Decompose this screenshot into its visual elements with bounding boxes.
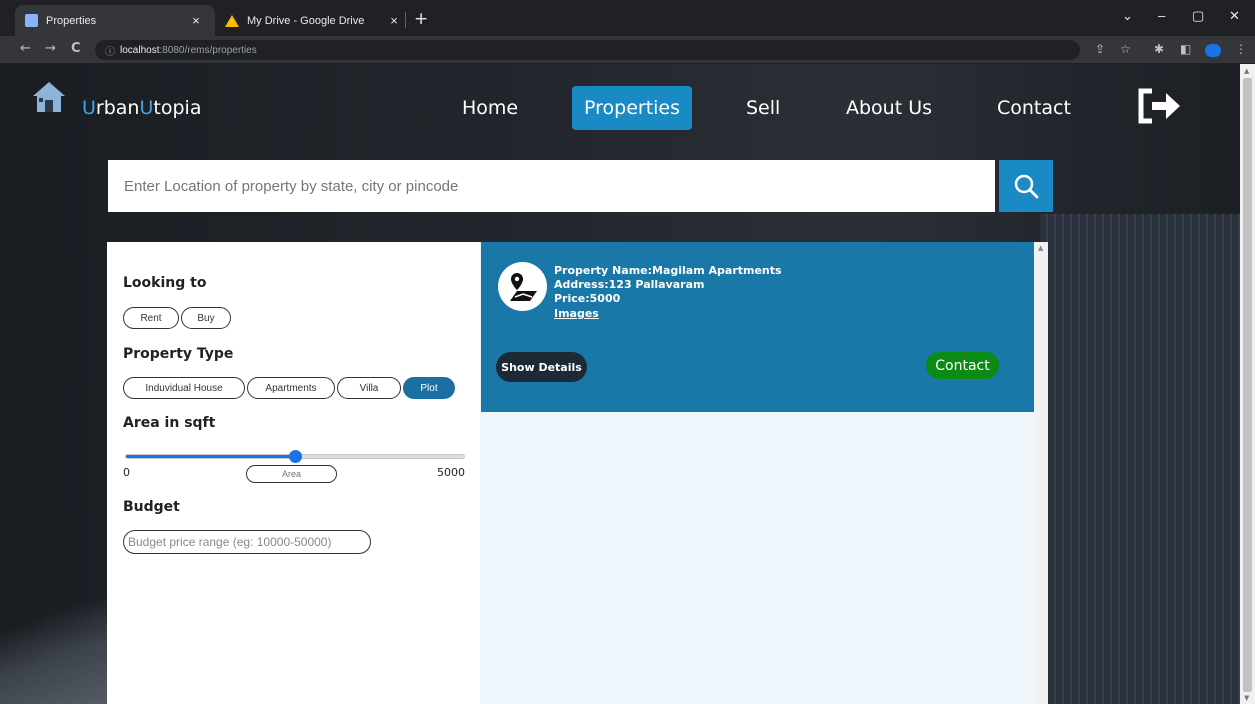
brand-text-2: topia bbox=[153, 97, 202, 119]
nav-home[interactable]: Home bbox=[450, 86, 530, 130]
address-bar[interactable]: ⓘ localhost :8080/rems/properties bbox=[95, 40, 1080, 60]
area-heading: Area in sqft bbox=[123, 415, 216, 431]
nav-contact[interactable]: Contact bbox=[985, 86, 1083, 130]
nav-about-us[interactable]: About Us bbox=[834, 86, 944, 130]
location-map-icon bbox=[509, 272, 537, 301]
page-scroll-up-icon[interactable]: ▲ bbox=[1244, 67, 1249, 75]
reload-icon[interactable]: C bbox=[71, 41, 81, 56]
back-icon[interactable]: ← bbox=[20, 41, 31, 56]
tab-close-icon[interactable]: × bbox=[187, 13, 205, 28]
search-icon bbox=[1014, 174, 1039, 199]
show-details-button[interactable]: Show Details bbox=[496, 352, 587, 382]
browser-tab-drive[interactable]: My Drive - Google Drive × bbox=[217, 5, 413, 36]
url-path: :8080/rems/properties bbox=[159, 44, 257, 56]
new-tab-icon[interactable]: + bbox=[414, 9, 428, 29]
maximize-icon[interactable]: ▢ bbox=[1192, 8, 1204, 24]
tab-close-icon[interactable]: × bbox=[385, 13, 403, 28]
house-logo-icon[interactable] bbox=[32, 80, 66, 114]
google-drive-favicon-icon bbox=[225, 14, 239, 27]
area-slider-thumb[interactable] bbox=[289, 450, 302, 463]
extensions-icon[interactable]: ✱ bbox=[1154, 42, 1164, 56]
property-price: Price:5000 bbox=[554, 292, 621, 305]
scroll-up-arrow-icon[interactable]: ▲ bbox=[1038, 244, 1043, 252]
url-host: localhost bbox=[120, 44, 160, 56]
brand-text-1: rban bbox=[95, 97, 140, 119]
location-search-box bbox=[108, 160, 995, 212]
area-min-label: 0 bbox=[123, 466, 130, 479]
nav-properties[interactable]: Properties bbox=[572, 86, 693, 130]
site-info-icon[interactable]: ⓘ bbox=[105, 43, 115, 58]
property-type-heading: Property Type bbox=[123, 346, 234, 362]
site-navbar: UrbanUtopia Home Properties Sell About U… bbox=[0, 64, 1240, 152]
logout-icon[interactable] bbox=[1138, 88, 1182, 124]
tab-title: Properties bbox=[46, 14, 97, 27]
browser-toolbar: ← → C ⓘ localhost :8080/rems/properties … bbox=[0, 36, 1255, 64]
looking-to-rent-option[interactable]: Rent bbox=[123, 307, 179, 329]
menu-icon[interactable]: ⋮ bbox=[1235, 42, 1247, 56]
page-viewport: UrbanUtopia Home Properties Sell About U… bbox=[0, 64, 1240, 704]
area-max-label: 5000 bbox=[437, 466, 465, 479]
contact-owner-button[interactable]: Contact bbox=[926, 352, 999, 379]
tab-separator bbox=[405, 12, 406, 28]
budget-heading: Budget bbox=[123, 499, 180, 515]
forward-icon[interactable]: → bbox=[45, 41, 56, 56]
minimize-icon[interactable]: – bbox=[1158, 8, 1165, 23]
property-type-house-option[interactable]: Induvidual House bbox=[123, 377, 245, 399]
background-decoration bbox=[0, 584, 107, 704]
page-scroll-thumb[interactable] bbox=[1243, 78, 1252, 692]
location-search-input[interactable] bbox=[108, 160, 995, 212]
share-icon[interactable]: ⇪ bbox=[1095, 42, 1105, 56]
brand-letter-u2: U bbox=[139, 97, 154, 119]
property-card: Property Name:Magilam Apartments Address… bbox=[481, 242, 1034, 412]
brand-letter-u1: U bbox=[82, 97, 96, 119]
profile-icon[interactable] bbox=[1205, 44, 1221, 57]
background-building-image bbox=[1040, 214, 1240, 704]
sidepanel-icon[interactable]: ◧ bbox=[1180, 42, 1191, 56]
property-images-link[interactable]: Images bbox=[554, 307, 599, 320]
looking-to-heading: Looking to bbox=[123, 275, 207, 291]
property-type-plot-option[interactable]: Plot bbox=[403, 377, 455, 399]
star-icon[interactable]: ☆ bbox=[1120, 42, 1131, 56]
page-scrollbar[interactable]: ▲ ▼ bbox=[1240, 64, 1255, 704]
brand-name[interactable]: UrbanUtopia bbox=[82, 97, 201, 119]
window-close-icon[interactable]: ✕ bbox=[1229, 8, 1240, 24]
nav-sell[interactable]: Sell bbox=[734, 86, 792, 130]
property-type-villa-option[interactable]: Villa bbox=[337, 377, 401, 399]
area-slider-fill bbox=[126, 455, 295, 458]
property-address: Address:123 Pallavaram bbox=[554, 278, 705, 291]
filters-panel: Looking to Rent Buy Property Type Induvi… bbox=[107, 242, 480, 704]
search-button[interactable] bbox=[999, 160, 1053, 212]
results-scrollbar[interactable]: ▲ bbox=[1035, 242, 1048, 704]
area-input[interactable] bbox=[246, 465, 337, 483]
browser-tab-properties[interactable]: Properties × bbox=[15, 5, 215, 36]
budget-input[interactable] bbox=[123, 530, 371, 554]
property-type-apartments-option[interactable]: Apartments bbox=[247, 377, 335, 399]
area-slider[interactable] bbox=[125, 450, 465, 463]
browser-tabstrip: Properties × My Drive - Google Drive × +… bbox=[0, 0, 1255, 36]
properties-favicon-icon bbox=[25, 14, 38, 27]
property-avatar bbox=[498, 262, 547, 311]
looking-to-buy-option[interactable]: Buy bbox=[181, 307, 231, 329]
tab-title: My Drive - Google Drive bbox=[247, 14, 365, 27]
tab-search-icon[interactable]: ⌄ bbox=[1122, 8, 1133, 24]
property-name: Property Name:Magilam Apartments bbox=[554, 264, 782, 277]
page-scroll-down-icon[interactable]: ▼ bbox=[1244, 694, 1249, 702]
results-panel: Property Name:Magilam Apartments Address… bbox=[480, 242, 1048, 704]
